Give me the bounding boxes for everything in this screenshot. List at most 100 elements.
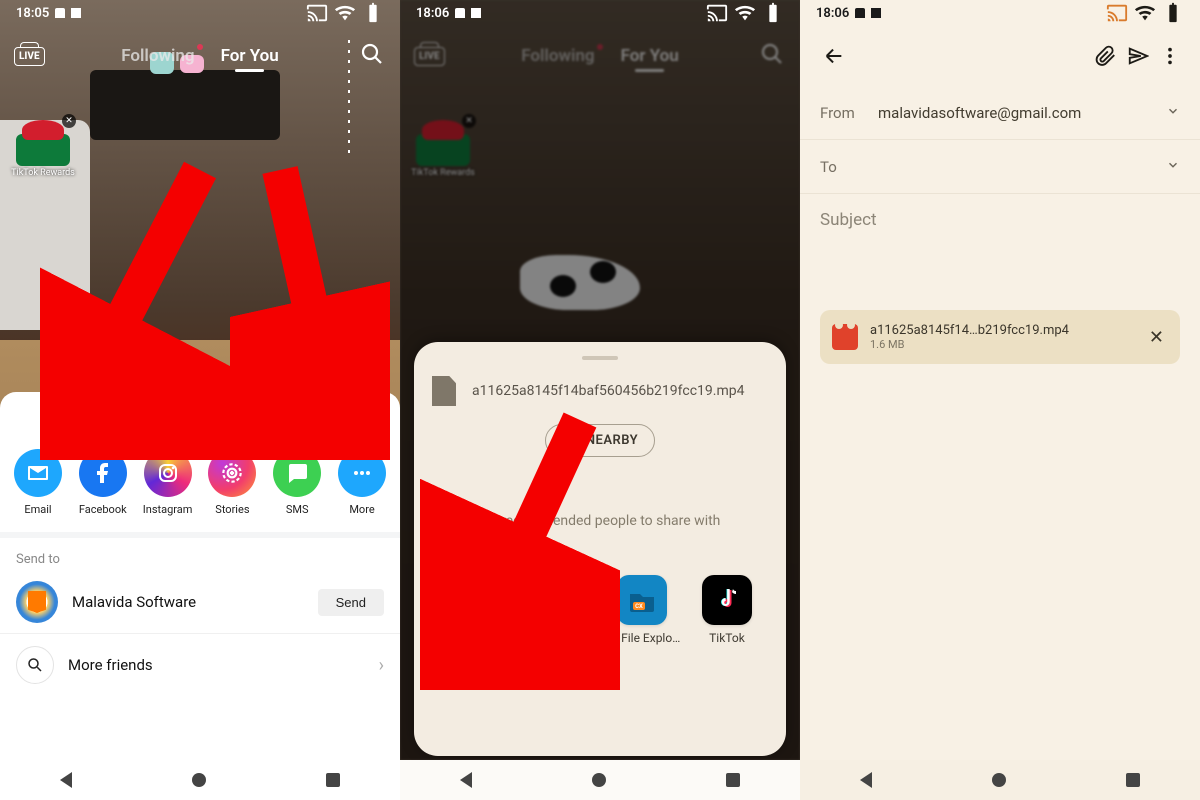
subject-row[interactable]: Subject [800,194,1200,246]
share-stories[interactable]: Stories [202,449,262,516]
share-app-gmail[interactable]: Gmail [434,575,512,664]
to-label: To [820,158,878,176]
attachment-name: a11625a8145f14…b219fcc19.mp4 [870,323,1069,339]
status-bar: 18:06 [800,0,1200,26]
tab-following[interactable]: Following [121,46,194,66]
android-nav-bar [800,760,1200,800]
gift-icon [16,120,70,166]
battery-icon [762,2,784,24]
back-button[interactable] [860,772,872,788]
screenshot-tiktok-share: 18:05 LIVE Following For You ✕ TikTok Re… [0,0,400,800]
gmail-compose-body: From malavidasoftware@gmail.com To Subje… [800,86,1200,760]
live-button: LIVE [414,47,445,66]
contact-name: Malavida Software [72,593,196,611]
recents-button[interactable] [326,773,340,787]
chevron-down-icon[interactable] [1166,102,1180,123]
back-button[interactable] [60,772,72,788]
more-friends-label: More friends [68,656,153,674]
share-file-row: a11625a8145f14baf560456b219fcc19.mp4 [432,376,768,406]
battery-icon [1162,2,1184,24]
notif-icon [55,8,65,18]
wifi-icon [1134,2,1156,24]
tiktok-rewards-promo[interactable]: ✕ TikTok Rewards [8,120,78,178]
attach-button[interactable] [1090,40,1122,72]
send-button[interactable] [1122,40,1154,72]
share-app-tiktok[interactable]: TikTok [688,575,766,664]
share-more[interactable]: More [332,449,392,516]
home-button[interactable] [592,773,606,787]
attachment-size: 1.6 MB [870,338,1069,351]
contact-row[interactable]: Malavida Software Send [0,571,400,633]
live-button[interactable]: LIVE [14,47,45,66]
android-nav-bar [400,760,800,800]
search-icon[interactable] [360,42,384,70]
facebook-icon [91,461,115,485]
recents-button[interactable] [726,773,740,787]
drag-handle[interactable] [180,400,220,404]
system-share-sheet: a11625a8145f14baf560456b219fcc19.mp4 NEA… [414,342,786,756]
chevron-right-icon: › [379,655,384,676]
svg-text:CX: CX [635,603,643,610]
cast-icon [706,2,728,24]
share-email[interactable]: Email [8,449,68,516]
contact-avatar [16,581,58,623]
drag-handle[interactable] [582,356,618,360]
to-row[interactable]: To [800,140,1200,194]
share-facebook[interactable]: Facebook [73,449,133,516]
tab-for-you: For You [621,46,679,66]
share-app-grid: Gmail Trello Add to new c… CX Cx File Ex… [432,575,768,664]
share-filename: a11625a8145f14baf560456b219fcc19.mp4 [472,383,744,399]
share-instagram[interactable]: Instagram [138,449,198,516]
from-value: malavidasoftware@gmail.com [878,104,1081,122]
file-icon [432,376,456,406]
search-icon [760,42,784,70]
share-sheet: Share to Email Facebook Instagram Storie… [0,392,400,760]
instagram-icon [156,461,180,485]
search-icon [16,646,54,684]
from-label: From [820,104,878,122]
share-sms[interactable]: SMS [267,449,327,516]
send-to-label: Send to [0,548,400,571]
wifi-icon [734,2,756,24]
tab-for-you[interactable]: For You [221,46,279,66]
nearby-button[interactable]: NEARBY [545,424,655,457]
back-button[interactable] [460,772,472,788]
share-title: Share to [0,416,400,435]
status-bar: 18:05 [0,0,400,26]
home-button[interactable] [992,773,1006,787]
clock: 18:06 [416,6,449,21]
recents-button[interactable] [1126,773,1140,787]
sms-icon [285,461,309,485]
trello-icon [543,585,573,615]
more-icon [350,461,374,485]
share-apps-row: Email Facebook Instagram Stories SMS Mor… [0,449,400,516]
cast-icon [306,2,328,24]
share-app-trello[interactable]: Trello Add to new c… [519,575,597,664]
share-app-cxfile[interactable]: CX Cx File Explo… [603,575,681,664]
folder-icon: CX [627,585,657,615]
gmail-compose-header [800,30,1200,82]
home-button[interactable] [192,773,206,787]
wifi-icon [334,2,356,24]
recommend-text: No recommended people to share with [432,513,768,529]
tiktok-top-bar: LIVE Following For You [0,36,400,76]
chevron-down-icon[interactable] [1166,156,1180,177]
screenshot-android-share: LIVE Following For You ✕ TikTok Rewards … [400,0,800,800]
back-button[interactable] [818,40,850,72]
send-button[interactable]: Send [318,589,384,616]
attachment-chip[interactable]: a11625a8145f14…b219fcc19.mp4 1.6 MB ✕ [820,310,1180,364]
subject-placeholder: Subject [820,210,877,230]
remove-attachment-button[interactable]: ✕ [1143,323,1170,352]
nearby-icon [561,436,579,446]
more-friends-row[interactable]: More friends › [0,633,400,696]
android-nav-bar [0,760,400,800]
stories-icon [219,460,245,486]
email-icon [26,461,50,485]
overflow-menu-button[interactable] [1154,40,1186,72]
from-row[interactable]: From malavidasoftware@gmail.com [800,86,1200,140]
battery-icon [362,2,384,24]
cast-icon [1106,2,1128,24]
tiktok-icon [713,586,741,614]
clock: 18:05 [16,6,49,21]
tab-following: Following [521,46,594,66]
